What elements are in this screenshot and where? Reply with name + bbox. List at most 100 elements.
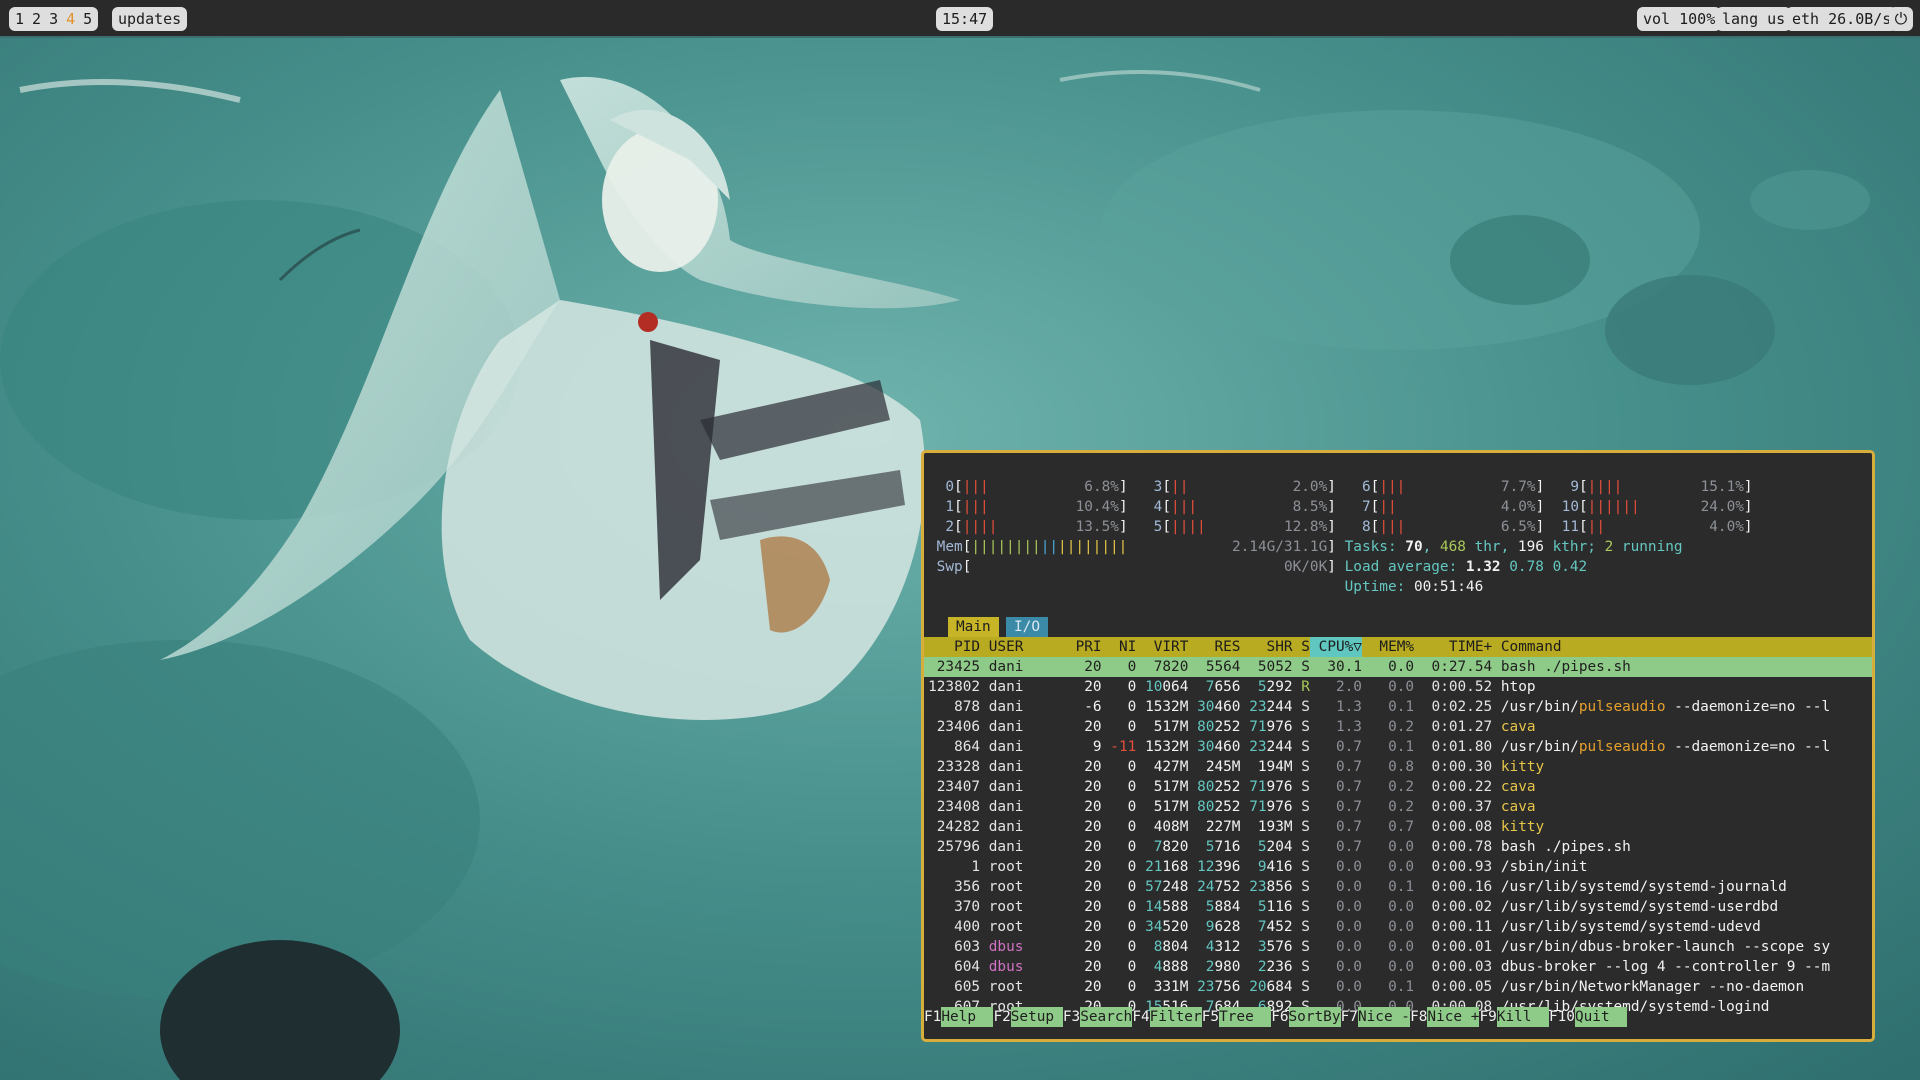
- cmd-path: /usr/bin/: [1500, 699, 1579, 715]
- tab-main[interactable]: Main: [948, 617, 999, 637]
- cell-ni: 0: [1127, 679, 1137, 695]
- process-row[interactable]: 1 root 20 0 21168 12396 9416 S 0.0 0.0 0:00.93/sbi…: [924, 857, 1872, 877]
- units-part: 588: [1162, 899, 1189, 915]
- process-row[interactable]: 878 dani -6 0 1532M 30460 23244 S 1.3 0.1 0:02.25 /…: [924, 697, 1872, 717]
- cell-user: root: [988, 919, 1024, 935]
- cell-s: S: [1301, 979, 1310, 995]
- process-row[interactable]: 400 root 20 0 34520 9628 7452 S 0.0 0.0 0:00.11/us…: [924, 917, 1872, 937]
- cell-res: 2980: [1197, 957, 1241, 977]
- cell-user: root: [988, 979, 1024, 995]
- process-table-header: PID USER PRI NI VIRT RES SHR S CPU%▽ MEM% TIME+ Com…: [924, 637, 1872, 657]
- fkey-f8[interactable]: F8Nice +: [1410, 1007, 1480, 1027]
- tasks-part-0: Tasks:: [1344, 539, 1406, 555]
- process-row[interactable]: 603 dbus 20 0 8804 4312 3576 S 0.0 0.0 0:00.01/usr…: [924, 937, 1872, 957]
- workspace-3[interactable]: 3: [49, 10, 58, 28]
- cell-pid: 23408: [936, 799, 981, 815]
- column-header-ni[interactable]: NI: [1110, 637, 1136, 657]
- column-header-cmd[interactable]: Command: [1501, 637, 1872, 657]
- process-row-selected[interactable]: 23425 dani 20 0 7820 5564 5052 S 30.1 0.0 0:27.54 b…: [924, 657, 1872, 677]
- cell-cpu: 1.3: [1335, 719, 1362, 735]
- process-row[interactable]: 23408 dani 20 0 517M 80252 71976 S 0.7 0.2 0:00.37…: [924, 797, 1872, 817]
- units-part: 064: [1162, 679, 1189, 695]
- process-row[interactable]: 24282 dani 20 0 408M 227M 193M S 0.7 0.7 0:00.08 ki…: [924, 817, 1872, 837]
- column-header-shr[interactable]: SHR: [1249, 637, 1293, 657]
- process-row[interactable]: 23328 dani 20 0 427M 245M 194M S 0.7 0.8 0:00.30 ki…: [924, 757, 1872, 777]
- cell-ni: 0: [1127, 859, 1137, 875]
- load-part-1: 1.32: [1465, 559, 1501, 575]
- cell-res: 5564: [1205, 659, 1241, 675]
- cell-pid: 370: [954, 899, 981, 915]
- fkey-f2[interactable]: F2Setup: [993, 1007, 1063, 1027]
- cpu-bar: ||||: [1587, 479, 1623, 495]
- uptime-meter: Uptime: 00:51:46: [924, 577, 1872, 597]
- fkey-f7[interactable]: F7Nice -: [1341, 1007, 1410, 1027]
- cpu-bracket-close: ]: [1743, 499, 1753, 515]
- cpu-meter-10: 10[|||||| 24.0%]: [924, 497, 1872, 517]
- network-widget[interactable]: eth 26.0B/s: [1786, 7, 1898, 31]
- cell-ni: 0: [1127, 699, 1137, 715]
- cell-virt: 34520: [1145, 917, 1188, 937]
- load-average-meter: Load average: 1.32 0.78 0.42: [924, 557, 1872, 577]
- cell-ni: 0: [1127, 899, 1137, 915]
- cell-ni: 0: [1127, 939, 1137, 955]
- workspace-5[interactable]: 5: [83, 10, 92, 28]
- process-row[interactable]: 23406 dani 20 0 517M 80252 71976 S 1.3 0.2 0:01.27…: [924, 717, 1872, 737]
- cell-ni: 0: [1127, 759, 1137, 775]
- cell-res: 9628: [1197, 917, 1241, 937]
- column-header-time[interactable]: TIME+: [1423, 637, 1492, 657]
- cell-user: dani: [988, 779, 1024, 795]
- column-header-cpu[interactable]: CPU%▽: [1309, 637, 1362, 657]
- column-header-s[interactable]: S: [1301, 637, 1310, 657]
- tasks-part-5: 196: [1517, 539, 1544, 555]
- process-row[interactable]: 23407 dani 20 0 517M 80252 71976 S 0.7 0.2 0:00.22…: [924, 777, 1872, 797]
- cpu-bar: ||: [1587, 519, 1605, 535]
- process-row[interactable]: 605 root 20 0 331M 23756 20684 S 0.0 0.1 0:00.05/u…: [924, 977, 1872, 997]
- htop-terminal-window[interactable]: 0[||| 6.8%] 1[||| 10.4%] 2[|||| 13.5%] 3[|| 2.0…: [921, 450, 1875, 1042]
- cell-time: 0:00.93: [1431, 859, 1493, 875]
- column-header-user[interactable]: USER: [989, 637, 1067, 657]
- cell-pid: 356: [954, 879, 981, 895]
- workspace-1[interactable]: 1: [15, 10, 24, 28]
- process-row[interactable]: 864 dani 9 -11 1532M 30460 23244 S 0.7 0.1 0:01.80…: [924, 737, 1872, 757]
- process-row[interactable]: 25796 dani 20 0 7820 5716 5204 S 0.7 0.0 0:00.78 ba…: [924, 837, 1872, 857]
- cell-time: 0:00.22: [1431, 779, 1493, 795]
- tasks-part-2: ,: [1422, 539, 1440, 555]
- cell-pid: 23407: [936, 779, 981, 795]
- workspace-2[interactable]: 2: [32, 10, 41, 28]
- updates-widget[interactable]: updates: [112, 7, 188, 31]
- power-icon[interactable]: ⏻: [1889, 7, 1913, 31]
- fkey-f4[interactable]: F4Filter: [1132, 1007, 1202, 1027]
- thousands-part: 30: [1197, 739, 1215, 755]
- cell-cpu: 0.7: [1335, 819, 1362, 835]
- cell-cmd: /usr/lib/systemd/systemd-journald: [1500, 879, 1787, 895]
- cell-cmd: /usr/lib/systemd/systemd-userdbd: [1500, 899, 1779, 915]
- fkey-f3[interactable]: F3Search: [1063, 1007, 1133, 1027]
- cell-cmd: kitty: [1500, 819, 1545, 835]
- volume-widget[interactable]: vol 100%: [1637, 7, 1722, 31]
- cell-shr: 194M: [1257, 759, 1293, 775]
- fkey-f9[interactable]: F9Kill: [1480, 1007, 1549, 1027]
- process-row[interactable]: 123802 dani 20 0 10064 7656 5292 R 2.0 0.0 0:00.52…: [924, 677, 1872, 697]
- column-header-pid[interactable]: PID: [928, 637, 980, 657]
- fkey-f5[interactable]: F5Tree: [1202, 1007, 1272, 1027]
- cell-virt: 1532M: [1145, 699, 1189, 715]
- units-part: 244: [1266, 739, 1293, 755]
- column-header-pri[interactable]: PRI: [1076, 637, 1102, 657]
- cell-res: 7656: [1197, 677, 1241, 697]
- tab-io[interactable]: I/O: [1006, 617, 1048, 637]
- cell-virt: 21168: [1145, 857, 1188, 877]
- keyboard-layout-widget[interactable]: lang us: [1716, 7, 1792, 31]
- column-header-mem[interactable]: MEM%: [1371, 637, 1414, 657]
- process-row[interactable]: 370 root 20 0 14588 5884 5116 S 0.0 0.0 0:00.02/us…: [924, 897, 1872, 917]
- fkey-f6[interactable]: F6SortBy: [1271, 1007, 1341, 1027]
- column-header-res[interactable]: RES: [1197, 637, 1240, 657]
- process-row[interactable]: 356 root 20 0 57248 24752 23856 S 0.0 0.1 0:00.16 /…: [924, 877, 1872, 897]
- column-header-virt[interactable]: VIRT: [1145, 637, 1189, 657]
- fkey-key: F7: [1340, 1009, 1358, 1025]
- workspace-4-active[interactable]: 4: [66, 10, 75, 28]
- fkey-f1[interactable]: F1Help: [924, 1007, 994, 1027]
- cell-mem: 0.0: [1388, 939, 1415, 955]
- process-row[interactable]: 604 dbus 20 0 4888 2980 2236 S 0.0 0.0 0:00.03 dbus…: [924, 957, 1872, 977]
- cell-mem: 0.1: [1388, 739, 1415, 755]
- fkey-f10[interactable]: F10Quit: [1549, 1007, 1627, 1027]
